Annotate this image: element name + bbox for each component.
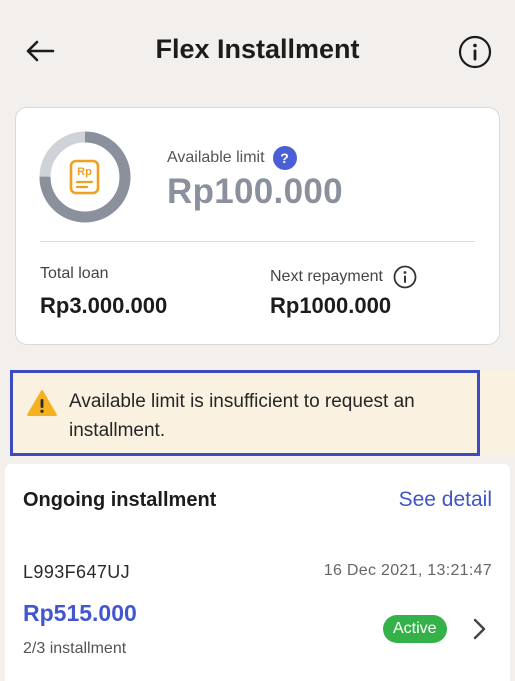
page: Flex Installment Rp Available limit ? Rp…	[0, 0, 515, 681]
see-detail-link[interactable]: See detail	[399, 488, 492, 512]
warning-background	[480, 370, 515, 456]
available-limit-value: Rp100.000	[167, 172, 343, 211]
card-divider	[40, 241, 475, 242]
info-button[interactable]	[458, 35, 492, 69]
loan-id: L993F647UJ	[23, 562, 131, 582]
ongoing-installment-section: Ongoing installment See detail L993F647U…	[5, 464, 510, 681]
limit-summary-card: Rp Available limit ? Rp100.000 Total loa…	[15, 107, 500, 345]
page-title: Flex Installment	[155, 34, 360, 64]
next-repayment-label: Next repayment	[270, 265, 417, 289]
available-limit-label-text: Available limit	[167, 149, 265, 166]
help-icon[interactable]: ?	[272, 146, 297, 170]
warning-icon	[27, 390, 57, 416]
total-loan-value: Rp3.000.000	[40, 293, 168, 318]
app-header: Flex Installment	[0, 0, 515, 104]
info-icon	[458, 35, 492, 69]
available-limit-label: Available limit ?	[167, 146, 297, 170]
status-badge: Active	[383, 615, 447, 643]
warning-text: Available limit is insufficient to reque…	[69, 391, 415, 441]
loan-amount: Rp515.000	[23, 600, 137, 626]
info-icon[interactable]	[393, 265, 417, 289]
chevron-right-icon[interactable]	[467, 616, 491, 642]
wallet-icon-label: Rp	[77, 166, 92, 178]
limit-donut-chart: Rp	[38, 130, 132, 224]
insufficient-limit-warning: Available limit is insufficient to reque…	[10, 370, 480, 456]
next-repayment-value: Rp1000.000	[270, 293, 392, 318]
loan-date: 16 Dec 2021, 13:21:47	[323, 562, 492, 579]
ongoing-installment-title: Ongoing installment	[23, 489, 217, 511]
total-loan-label: Total loan	[40, 265, 109, 282]
next-repayment-label-text: Next repayment	[270, 268, 383, 285]
installment-progress: 2/3 installment	[23, 640, 127, 657]
wallet-icon: Rp	[69, 159, 100, 195]
